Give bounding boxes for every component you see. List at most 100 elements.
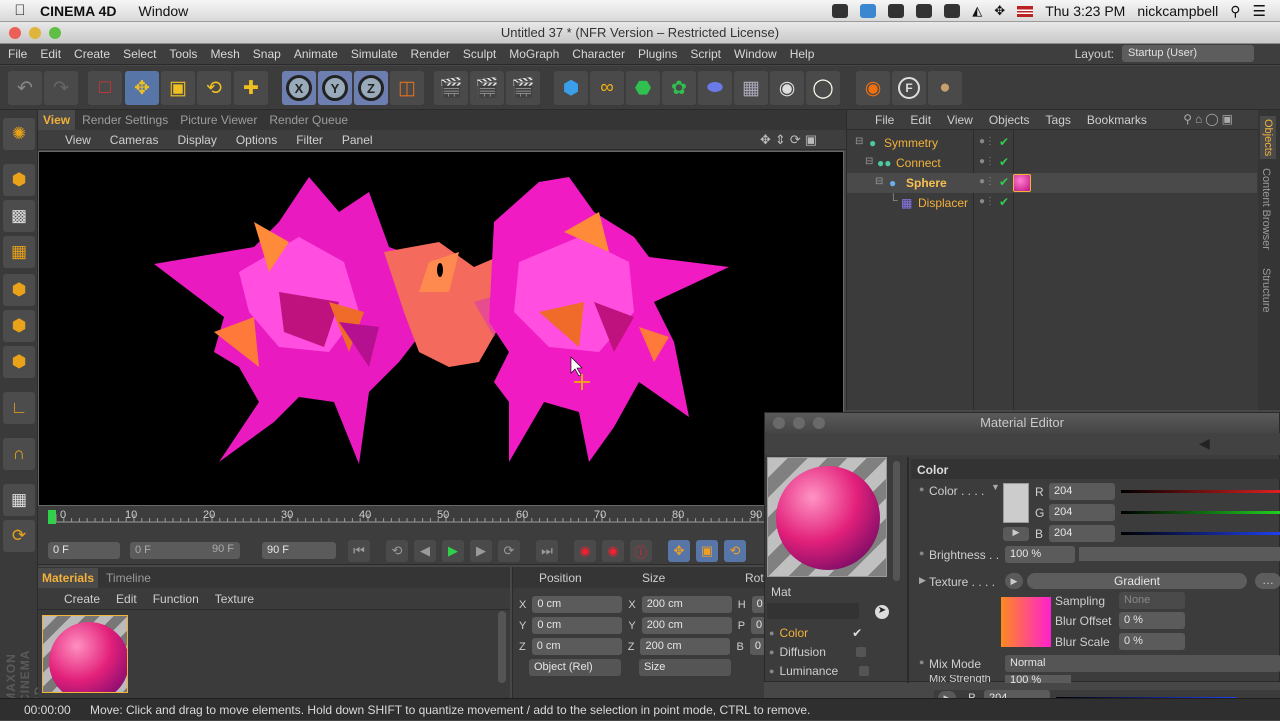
render-settings-icon[interactable]: 🎬 [506,71,540,105]
color-expand-icon[interactable]: ▶ [1003,527,1029,541]
obj-menu-bookmarks[interactable]: Bookmarks [1087,113,1147,127]
menu-snap[interactable]: Snap [253,47,281,61]
tree-row-connect[interactable]: ⊟ ●● Connect ●⋮ ✔ [847,153,1257,173]
preview-scrollbar[interactable] [893,461,900,581]
scale-tool-icon[interactable]: ▣ [161,71,195,105]
color-dropdown-icon[interactable]: ▼ [991,482,1000,492]
menu-file[interactable]: File [8,47,27,61]
size-x-field[interactable]: 200 cm [641,596,732,613]
gradient-preview[interactable] [1001,597,1051,647]
recent-tool-icon[interactable]: ✚ [234,71,268,105]
points-mode-icon[interactable]: ⬢ [3,274,35,306]
material-thumbnail[interactable] [42,615,128,693]
mat-menu-texture[interactable]: Texture [215,592,254,606]
menu-edit[interactable]: Edit [40,47,61,61]
y-axis-lock-button[interactable]: Y [318,71,352,105]
visibility-dots-icon[interactable]: ●⋮ [979,196,995,207]
mix-mode-select[interactable]: Normal [1005,655,1280,672]
mat-menu-edit[interactable]: Edit [116,592,137,606]
rotate-tool-icon[interactable]: ⟲ [197,71,231,105]
obj-menu-view[interactable]: View [947,113,973,127]
texture-more-icon[interactable]: … [1255,573,1280,589]
size-mode-select[interactable]: Size [639,659,731,676]
flame-icon[interactable] [944,4,961,18]
play-icon[interactable]: ▶ [442,540,464,562]
camera-icon[interactable] [832,4,849,18]
viewport-nav-icons[interactable]: ✥⇕⟳▣ [760,132,821,148]
coordinate-system-icon[interactable]: ◫ [390,71,424,105]
app-menu[interactable]: CINEMA 4D [40,3,117,19]
render-picture-viewer-icon[interactable]: 🎬 [470,71,504,105]
enabled-check-icon[interactable]: ✔ [999,135,1009,149]
go-to-start-icon[interactable]: ⏮ [348,540,370,562]
color-swatch[interactable] [1003,483,1029,523]
channel-diffusion-checkbox[interactable] [855,647,866,657]
key-position-icon[interactable]: ✥ [668,540,690,562]
twitter-icon[interactable] [860,4,877,18]
spotlight-icon[interactable]: ⚲ [1230,3,1240,20]
brightness-slider[interactable] [1079,547,1280,561]
tab-materials[interactable]: Materials [38,567,99,588]
b-field[interactable]: 204 [1049,525,1115,542]
end-frame-field[interactable]: 90 F [262,542,336,559]
obj-menu-tags[interactable]: Tags [1046,113,1071,127]
live-selection-icon[interactable]: □ [88,71,122,105]
obj-menu-edit[interactable]: Edit [910,113,931,127]
python-icon[interactable]: ◉ [856,71,890,105]
menu-script[interactable]: Script [690,47,721,61]
channel-color[interactable]: ● Color ✔ [769,626,862,640]
size-z-field[interactable]: 200 cm [640,638,731,655]
visibility-dots-icon[interactable]: ●⋮ [979,156,995,167]
sampling-select[interactable]: None [1119,592,1185,609]
clock[interactable]: Thu 3:23 PM [1045,3,1125,19]
collapse-icon[interactable]: ⊟ [875,176,883,187]
undo-icon[interactable]: ↶ [8,71,42,105]
visibility-dots-icon[interactable]: ●⋮ [979,136,995,147]
bluetooth-icon[interactable]: ✥ [994,3,1005,19]
tree-row-displacer[interactable]: └ ▦ Displacer ●⋮ ✔ [847,193,1257,213]
channel-luminance[interactable]: ● Luminance [769,664,870,678]
mat-menu-create[interactable]: Create [64,592,100,606]
obj-manager-nav-icons[interactable]: ⚲⌂◯▣ [1183,112,1236,126]
material-name-field[interactable] [767,603,859,619]
floor-icon[interactable]: ▦ [734,71,768,105]
soft-selection-icon[interactable]: ⟳ [3,520,35,552]
cloner-icon[interactable]: ✿ [662,71,696,105]
tab-view[interactable]: View [38,110,76,130]
workplane-lock-icon[interactable]: ▦ [3,484,35,516]
picker-icon[interactable]: ➤ [875,605,889,619]
menu-sculpt[interactable]: Sculpt [463,47,496,61]
cube-object-icon[interactable]: ⬢ [554,71,588,105]
user-name[interactable]: nickcampbell [1137,3,1218,19]
list-icon[interactable]: ☰ [1253,2,1266,20]
dropbox-icon[interactable] [916,4,933,18]
editor-minimize-icon[interactable] [793,417,805,429]
key-scale-icon[interactable]: ▣ [696,540,718,562]
material-preview[interactable] [767,457,887,577]
previous-key-icon[interactable]: ⟲ [386,540,408,562]
tree-row-symmetry[interactable]: ⊟ ● Symmetry ●⋮ ✔ [847,133,1257,153]
redo-icon[interactable]: ↷ [44,71,78,105]
apple-icon[interactable]:  [0,2,40,19]
coord-mode-select[interactable]: Object (Rel) [529,659,621,676]
menu-simulate[interactable]: Simulate [351,47,398,61]
pos-x-field[interactable]: 0 cm [532,596,623,613]
menu-select[interactable]: Select [123,47,156,61]
key-rotation-icon[interactable]: ⟲ [724,540,746,562]
camera-object-icon[interactable]: ◉ [770,71,804,105]
x-axis-lock-button[interactable]: X [282,71,316,105]
material-sphere-icon[interactable]: ● [928,71,962,105]
enabled-check-icon[interactable]: ✔ [999,195,1009,209]
vp-menu-panel[interactable]: Panel [342,133,373,147]
menu-plugins[interactable]: Plugins [638,47,677,61]
wifi-icon[interactable]: ◭ [972,3,982,19]
menu-create[interactable]: Create [74,47,110,61]
mix-strength-field[interactable]: 100 % [1005,675,1071,683]
current-frame-field[interactable]: 0 F [48,542,120,559]
previous-frame-icon[interactable]: ◀ [414,540,436,562]
material-name[interactable]: Mat [771,585,791,599]
vp-menu-options[interactable]: Options [236,133,277,147]
editor-zoom-icon[interactable] [813,417,825,429]
tab-render-settings[interactable]: Render Settings [77,110,173,130]
flag-icon[interactable] [1017,5,1034,17]
